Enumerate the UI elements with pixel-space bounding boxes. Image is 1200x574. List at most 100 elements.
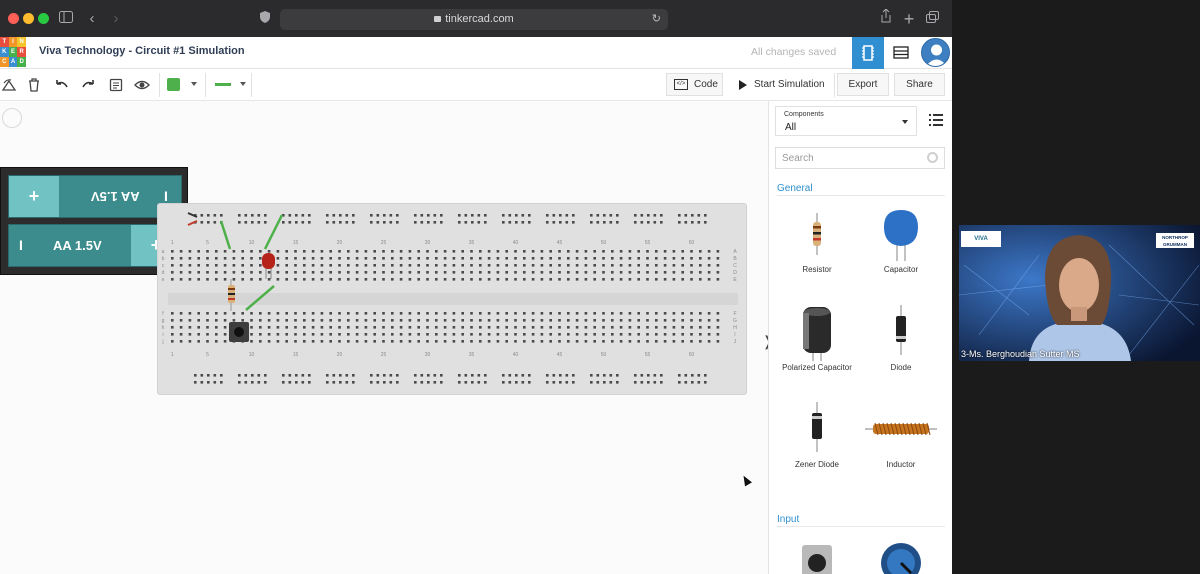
participant-video[interactable]: VIVA NORTHROP GRUMMAN 3-Ms. Berghoudian … [959, 225, 1200, 361]
minimize-window-button[interactable] [23, 13, 34, 24]
tab-overview-icon[interactable] [923, 9, 943, 29]
component-tile-diode[interactable]: Diode [859, 303, 943, 373]
component-list-button[interactable] [885, 37, 917, 69]
positive-terminal: + [9, 176, 59, 217]
user-avatar[interactable] [921, 38, 950, 67]
privacy-shield-icon[interactable] [255, 9, 275, 29]
export-button[interactable]: Export [837, 73, 889, 96]
component-tile-potentiometer[interactable] [859, 539, 943, 574]
play-icon [739, 80, 747, 90]
component-name: Capacitor [883, 265, 919, 274]
mouse-cursor [740, 473, 752, 487]
led[interactable] [262, 253, 275, 279]
battery-label-bottom: AA 1.5V [53, 238, 102, 253]
components-panel: Components All General [768, 101, 952, 574]
green-wire[interactable] [245, 285, 275, 311]
start-simulation-label: Start Simulation [754, 79, 825, 90]
toolbar-divider [159, 73, 160, 97]
search-input[interactable] [776, 148, 926, 168]
logo-letter: N [17, 37, 26, 47]
new-tab-icon[interactable]: + [899, 9, 919, 29]
pushbutton[interactable] [229, 322, 249, 342]
search-field[interactable] [775, 147, 945, 169]
toolbar-divider [205, 73, 206, 97]
logo-letter: A [8, 57, 18, 67]
green-wire[interactable] [219, 220, 232, 250]
workplane-canvas[interactable]: + AA 1.5V I I AA 1.5V + 1 1 5 5 10 10 15 15 20 20… [0, 101, 774, 574]
circuit-view-button[interactable] [852, 37, 884, 69]
reload-icon[interactable]: ↻ [652, 9, 661, 30]
forward-icon[interactable]: › [106, 9, 126, 29]
component-tile-capacitor[interactable]: Capacitor [859, 205, 943, 275]
chip-icon [862, 45, 874, 61]
list-view-icon[interactable] [929, 113, 943, 126]
battery-lead-wire[interactable] [187, 212, 198, 226]
northrop-grumman-logo: NORTHROP GRUMMAN [1156, 233, 1194, 248]
notes-icon[interactable] [108, 77, 124, 93]
component-tile-zener-diode[interactable]: Zener Diode [775, 400, 859, 470]
component-tile-pushbutton[interactable] [775, 539, 859, 574]
logo-letter: I [8, 37, 18, 47]
pushbutton-icon [802, 545, 832, 574]
wire-type-picker[interactable] [215, 83, 231, 86]
visibility-icon[interactable] [134, 77, 150, 93]
component-tile-polarized-capacitor[interactable]: Polarized Capacitor [775, 303, 859, 373]
editor-toolbar: </> Code Start Simulation Export Share [0, 69, 952, 101]
app-header: TINKERCAD Viva Technology - Circuit #1 S… [0, 37, 952, 69]
resistor[interactable] [228, 279, 235, 311]
zoom-to-fit-icon[interactable] [2, 108, 22, 128]
redo-icon[interactable] [80, 77, 96, 93]
code-icon: </> [674, 79, 688, 90]
component-tile-inductor[interactable]: Inductor [859, 400, 943, 470]
code-button-label: Code [694, 79, 718, 90]
undo-icon[interactable] [54, 77, 70, 93]
component-name: Resistor [802, 265, 832, 274]
wire-color-picker[interactable] [167, 78, 180, 91]
component-tile-resistor[interactable]: Resistor [775, 205, 859, 275]
component-name: Inductor [886, 460, 916, 469]
save-status: All changes saved [751, 46, 837, 58]
logo-letter: C [0, 57, 9, 67]
capacitor-icon [884, 210, 918, 261]
code-button[interactable]: </> Code [666, 73, 723, 96]
chevron-down-icon[interactable] [240, 82, 246, 86]
browser-toolbar: ‹ › tinkercad.com ↻ + [0, 0, 952, 37]
back-icon[interactable]: ‹ [82, 9, 102, 29]
battery-label-top: AA 1.5V [91, 189, 140, 204]
logo-letter: R [17, 47, 26, 57]
screen: ‹ › tinkercad.com ↻ + TINKERCAD Viva Tec… [0, 0, 1200, 574]
share-page-icon[interactable] [876, 8, 896, 29]
potentiometer-icon [881, 543, 921, 574]
inductor-icon [865, 422, 937, 436]
chevron-down-icon[interactable] [191, 82, 197, 86]
logo-letter: T [0, 37, 9, 47]
toolbar-divider [834, 73, 835, 97]
green-wire[interactable] [263, 214, 284, 250]
component-name: Diode [890, 363, 912, 372]
maximize-window-button[interactable] [38, 13, 49, 24]
search-icon[interactable] [927, 152, 938, 163]
delete-icon[interactable] [26, 77, 42, 93]
components-caption: Components [784, 111, 824, 118]
battery-cell-top[interactable]: + AA 1.5V I [8, 175, 182, 218]
logo-letter: K [0, 47, 9, 57]
lock-icon [434, 16, 442, 22]
design-title[interactable]: Viva Technology - Circuit #1 Simulation [39, 45, 245, 57]
viva-logo: VIVA [961, 231, 1001, 247]
address-bar[interactable]: tinkercad.com ↻ [280, 9, 668, 30]
general-section-label: General [777, 183, 813, 194]
tinkercad-logo[interactable]: TINKERCAD [0, 37, 26, 67]
diode-icon [896, 305, 906, 355]
sidebar-toggle-icon[interactable] [56, 9, 76, 29]
input-section-label: Input [777, 514, 800, 525]
close-window-button[interactable] [8, 13, 19, 24]
share-button[interactable]: Share [894, 73, 945, 96]
battery-cell-bottom[interactable]: I AA 1.5V + [8, 224, 182, 267]
participant-name: 3-Ms. Berghoudian Sutter MS [961, 349, 1080, 359]
components-value: All [785, 122, 797, 133]
polarized-capacitor-icon [803, 307, 831, 361]
components-dropdown[interactable]: Components All [775, 106, 917, 136]
start-simulation-button[interactable]: Start Simulation [728, 73, 829, 96]
table-icon [893, 46, 909, 59]
rotate-icon[interactable] [1, 77, 17, 93]
